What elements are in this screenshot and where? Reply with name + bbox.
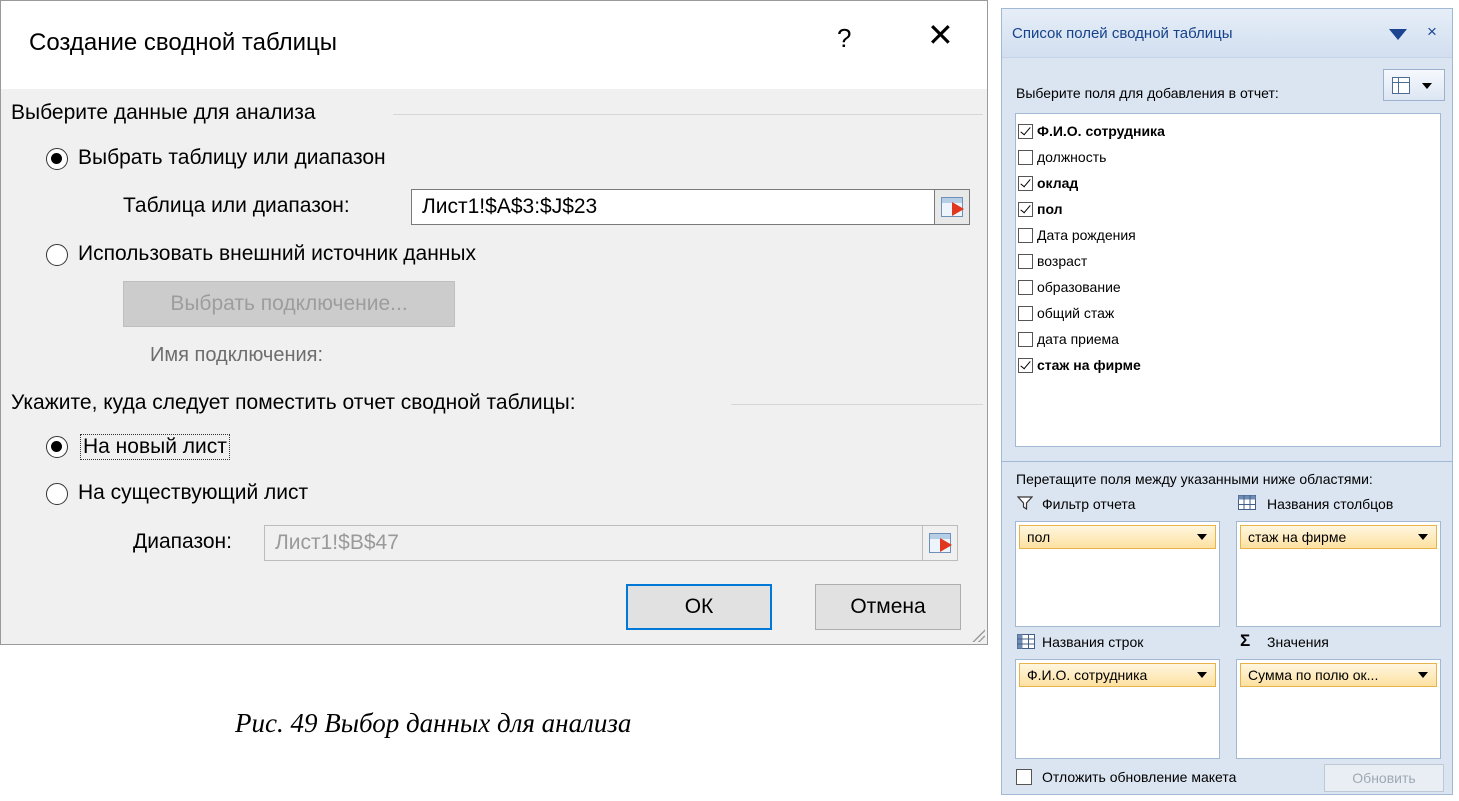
range-input[interactable]: Лист1!$B$47 <box>264 525 923 561</box>
radio-external-source-label[interactable]: Использовать внешний источник данных <box>78 242 476 266</box>
field-label: дата приема <box>1037 331 1119 347</box>
field-checkbox[interactable] <box>1018 176 1033 191</box>
radio-select-table-label[interactable]: Выбрать таблицу или диапазон <box>78 146 386 170</box>
choose-connection-button[interactable]: Выбрать подключение... <box>123 281 455 327</box>
range-collapse-icon[interactable] <box>922 525 958 561</box>
filter-field-chip[interactable]: пол <box>1019 525 1216 549</box>
field-checkbox[interactable] <box>1018 306 1033 321</box>
field-checkbox[interactable] <box>1018 358 1033 373</box>
section-destination-label: Укажите, куда следует поместить отчет св… <box>11 391 576 414</box>
field-checkbox[interactable] <box>1018 202 1033 217</box>
field-checkbox[interactable] <box>1018 228 1033 243</box>
field-label: общий стаж <box>1037 305 1115 321</box>
help-button[interactable]: ? <box>837 23 851 54</box>
field-label: Дата рождения <box>1037 227 1136 243</box>
panel-header: Список полей сводной таблицы × <box>1002 9 1452 58</box>
radio-new-sheet-label[interactable]: На новый лист <box>80 434 230 460</box>
field-label: возраст <box>1037 253 1088 269</box>
table-range-input[interactable]: Лист1!$A$3:$J$23 <box>411 189 935 225</box>
rows-area-header: Названия строк <box>1042 634 1144 650</box>
field-checkbox[interactable] <box>1018 332 1033 347</box>
figure-caption: Рис. 49 Выбор данных для анализа <box>235 708 632 738</box>
columns-field-chip[interactable]: стаж на фирме <box>1240 525 1437 549</box>
defer-update-label[interactable]: Отложить обновление макета <box>1042 769 1236 785</box>
field-checkbox[interactable] <box>1018 254 1033 269</box>
connection-name-label: Имя подключения: <box>150 344 324 366</box>
chevron-down-icon <box>1422 83 1432 89</box>
radio-new-sheet[interactable] <box>46 436 68 458</box>
sigma-icon: Σ <box>1240 631 1251 650</box>
field-label: Ф.И.О. сотрудника <box>1037 123 1165 139</box>
update-button[interactable]: Обновить <box>1324 764 1444 792</box>
create-pivot-table-dialog: Создание сводной таблицы ? ✕ Выберите да… <box>0 0 988 645</box>
field-label: пол <box>1037 201 1063 217</box>
layout-icon <box>1392 77 1410 94</box>
column-labels-icon <box>1238 495 1256 510</box>
chip-label: Ф.И.О. сотрудника <box>1027 667 1148 683</box>
filter-area-header: Фильтр отчета <box>1042 496 1136 512</box>
drag-hint-label: Перетащите поля между указанными ниже об… <box>1016 471 1373 487</box>
field-label: должность <box>1037 149 1107 165</box>
table-range-label: Таблица или диапазон: <box>123 194 350 217</box>
panel-menu-icon[interactable] <box>1389 29 1407 40</box>
panel-splitter[interactable] <box>1002 461 1452 462</box>
section-divider <box>393 114 983 115</box>
field-label: образование <box>1037 279 1121 295</box>
dialog-title: Создание сводной таблицы <box>29 29 338 56</box>
chevron-down-icon[interactable] <box>1197 672 1207 678</box>
radio-existing-sheet-label[interactable]: На существующий лист <box>78 481 308 505</box>
field-checkbox[interactable] <box>1018 280 1033 295</box>
values-area-header: Значения <box>1267 634 1329 650</box>
radio-existing-sheet[interactable] <box>46 483 68 505</box>
values-drop-zone[interactable]: Сумма по полю ок... <box>1236 659 1441 759</box>
chip-label: пол <box>1027 529 1051 545</box>
choose-fields-label: Выберите поля для добавления в отчет: <box>1016 85 1279 101</box>
field-checkbox[interactable] <box>1018 124 1033 139</box>
panel-close-icon[interactable]: × <box>1427 22 1437 42</box>
pivot-field-list-panel: Список полей сводной таблицы × Выберите … <box>1001 8 1453 795</box>
cancel-button[interactable]: Отмена <box>815 584 961 630</box>
rows-field-chip[interactable]: Ф.И.О. сотрудника <box>1019 663 1216 687</box>
columns-drop-zone[interactable]: стаж на фирме <box>1236 521 1441 627</box>
field-label: оклад <box>1037 175 1079 191</box>
section-data-label: Выберите данные для анализа <box>11 101 316 124</box>
chevron-down-icon[interactable] <box>1418 672 1428 678</box>
close-icon[interactable]: ✕ <box>927 19 954 51</box>
defer-update-checkbox[interactable] <box>1016 769 1032 785</box>
field-label: стаж на фирме <box>1037 357 1141 373</box>
values-field-chip[interactable]: Сумма по полю ок... <box>1240 663 1437 687</box>
rows-drop-zone[interactable]: Ф.И.О. сотрудника <box>1015 659 1220 759</box>
radio-external-source[interactable] <box>46 244 68 266</box>
range-label: Диапазон: <box>133 530 232 553</box>
columns-area-header: Названия столбцов <box>1267 496 1394 512</box>
field-layout-button[interactable] <box>1383 69 1445 101</box>
section-divider <box>731 404 983 405</box>
range-collapse-icon[interactable] <box>934 189 970 225</box>
chip-label: Сумма по полю ок... <box>1248 667 1379 683</box>
radio-select-table[interactable] <box>46 148 68 170</box>
field-checkbox[interactable] <box>1018 150 1033 165</box>
panel-title: Список полей сводной таблицы <box>1012 25 1233 42</box>
row-labels-icon <box>1017 634 1035 649</box>
filter-icon <box>1017 496 1033 510</box>
chevron-down-icon[interactable] <box>1197 534 1207 540</box>
filter-drop-zone[interactable]: пол <box>1015 521 1220 627</box>
ok-button[interactable]: ОК <box>626 584 772 630</box>
resize-grip-icon[interactable] <box>971 628 985 642</box>
chevron-down-icon[interactable] <box>1418 534 1428 540</box>
field-list: Ф.И.О. сотрудника должность оклад пол Да… <box>1015 113 1441 447</box>
dialog-title-bar: Создание сводной таблицы ? ✕ <box>1 1 987 89</box>
chip-label: стаж на фирме <box>1248 529 1347 545</box>
